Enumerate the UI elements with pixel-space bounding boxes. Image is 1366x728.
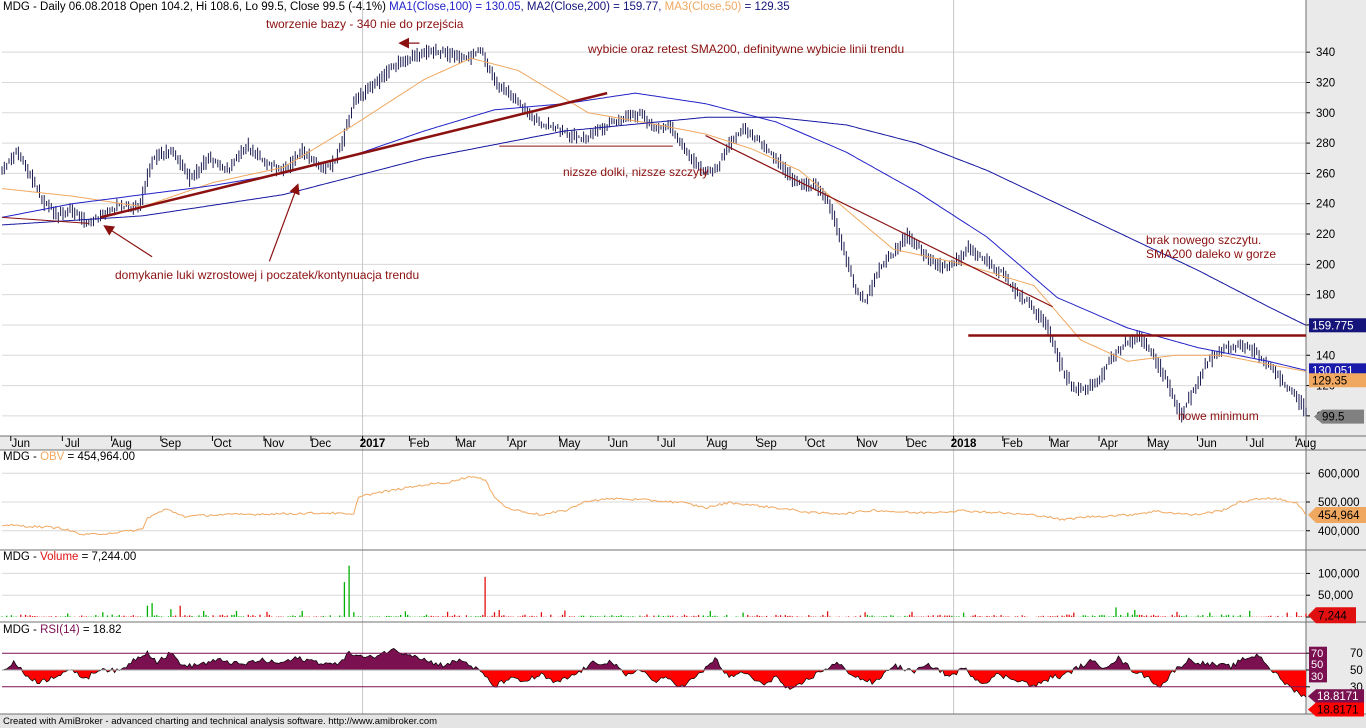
rsi-tick-label: 70 [1350,648,1363,660]
price-tick-label: 260 [1316,168,1335,180]
x-label-month: Jun [610,438,629,450]
rsi-panel-header: MDG - RSI(14) = 18.82 [3,624,122,636]
annotation-text: nowe minimum [1178,409,1259,423]
x-label-month: May [559,438,581,450]
rsi-header-value: = 18.82 [79,624,122,636]
volume-header-value: = 7,244.00 [78,551,137,563]
annotation-text: brak nowego szczytu. [1146,233,1261,247]
x-label-month: Apr [509,438,527,450]
volume-panel-header: MDG - Volume = 7,244.00 [3,551,136,563]
x-label-month: Nov [857,438,878,450]
obv-value-tag-label: 454,964 [1318,510,1360,522]
price-tick-label: 280 [1316,138,1335,150]
volume-tick-label: 100,000 [1318,568,1360,580]
x-label-month: Nov [264,438,285,450]
x-label-month: Oct [807,438,826,450]
volume-tick-label: 50,000 [1318,590,1353,602]
x-label-month: Oct [214,438,233,450]
x-label-month: Aug [1296,438,1316,450]
x-label-month: Jul [1249,438,1264,450]
ma3-legend-name: MA3(Close,50) [664,1,742,13]
price-tick-label: 300 [1316,108,1335,120]
rsi-level-tag-label: 30 [1311,671,1323,683]
x-label-month: May [1147,438,1169,450]
price-tick-label: 140 [1316,350,1335,362]
ma2-legend: , MA2(Close,200) = 159.77 [520,1,659,13]
ma3-legend-value: = 129.35 [741,1,790,13]
price-tick-label: 200 [1316,259,1335,271]
rsi-value-tag-label: 18.8171 [1317,704,1359,716]
obv-tick-label: 400,000 [1318,526,1360,538]
x-label-month: Jul [65,438,80,450]
x-label-month: Dec [311,438,332,450]
price-tick-label: 320 [1316,77,1335,89]
price-tick-label: 340 [1316,47,1335,59]
annotation-text: SMA200 daleko w gorze [1146,247,1276,261]
annotation-text: nizsze dolki, nizsze szczyty [563,165,708,179]
volume-header-name: Volume [40,551,79,563]
price-chart-svg[interactable]: 100120140160180200220240260280300320340t… [0,0,1366,728]
x-label-month: Jun [11,438,30,450]
rsi-value-tag-label: 18.8171 [1317,691,1359,703]
obv-header-name: OBV [40,451,65,463]
annotation-text: wybicie oraz retest SMA200, definitywne … [587,42,904,56]
obv-header-value: = 454,964.00 [64,451,136,463]
last-price-tag-label: 99.5 [1322,412,1344,424]
x-label-month: Aug [707,438,727,450]
volume-value-tag-label: 7,244 [1318,610,1347,622]
x-label-month: Mar [1050,438,1070,450]
x-label-month: Dec [906,438,927,450]
x-label-month: Apr [1100,438,1118,450]
obv-tick-label: 600,000 [1318,468,1360,480]
x-label-year: 2017 [360,438,386,450]
y-axis-area [1306,0,1366,714]
volume-header-prefix: MDG - [3,551,41,563]
obv-panel-header: MDG - OBV = 454,964.00 [3,451,135,463]
x-label-month: Feb [1003,438,1023,450]
rsi-header-name: RSI(14) [40,624,80,636]
rsi-header-prefix: MDG - [3,624,41,636]
chart-window: 100120140160180200220240260280300320340t… [0,0,1366,728]
x-label-month: Mar [456,438,476,450]
footer-credit: Created with AmiBroker - advanced charti… [3,716,438,727]
rsi-level-tag-label: 50 [1311,659,1323,671]
price-header-prefix: MDG - Daily 06.08.2018 Open 104.2, Hi 10… [3,1,390,13]
annotation-text: domykanie luki wzrostowej i poczatek/kon… [115,268,419,282]
x-label-month: Feb [410,438,430,450]
annotation-text: tworzenie bazy - 340 nie do przejścia [266,17,464,31]
x-label-month: Sep [161,438,181,450]
axis-value-tag-label: 159.775 [1312,320,1354,332]
x-label-month: Sep [756,438,776,450]
rsi-tick-label: 50 [1350,665,1363,677]
ma1-legend: MA1(Close,100) = 130.05 [389,1,521,13]
x-label-year: 2018 [951,438,977,450]
price-tick-label: 240 [1316,199,1335,211]
obv-header-prefix: MDG - [3,451,41,463]
axis-value-tag-label: 129.35 [1312,375,1347,387]
x-label-month: Aug [111,438,131,450]
price-tick-label: 220 [1316,229,1335,241]
x-label-month: Jul [661,438,676,450]
price-panel-header: MDG - Daily 06.08.2018 Open 104.2, Hi 10… [3,1,790,13]
price-tick-label: 180 [1316,290,1335,302]
x-label-month: Jun [1198,438,1217,450]
